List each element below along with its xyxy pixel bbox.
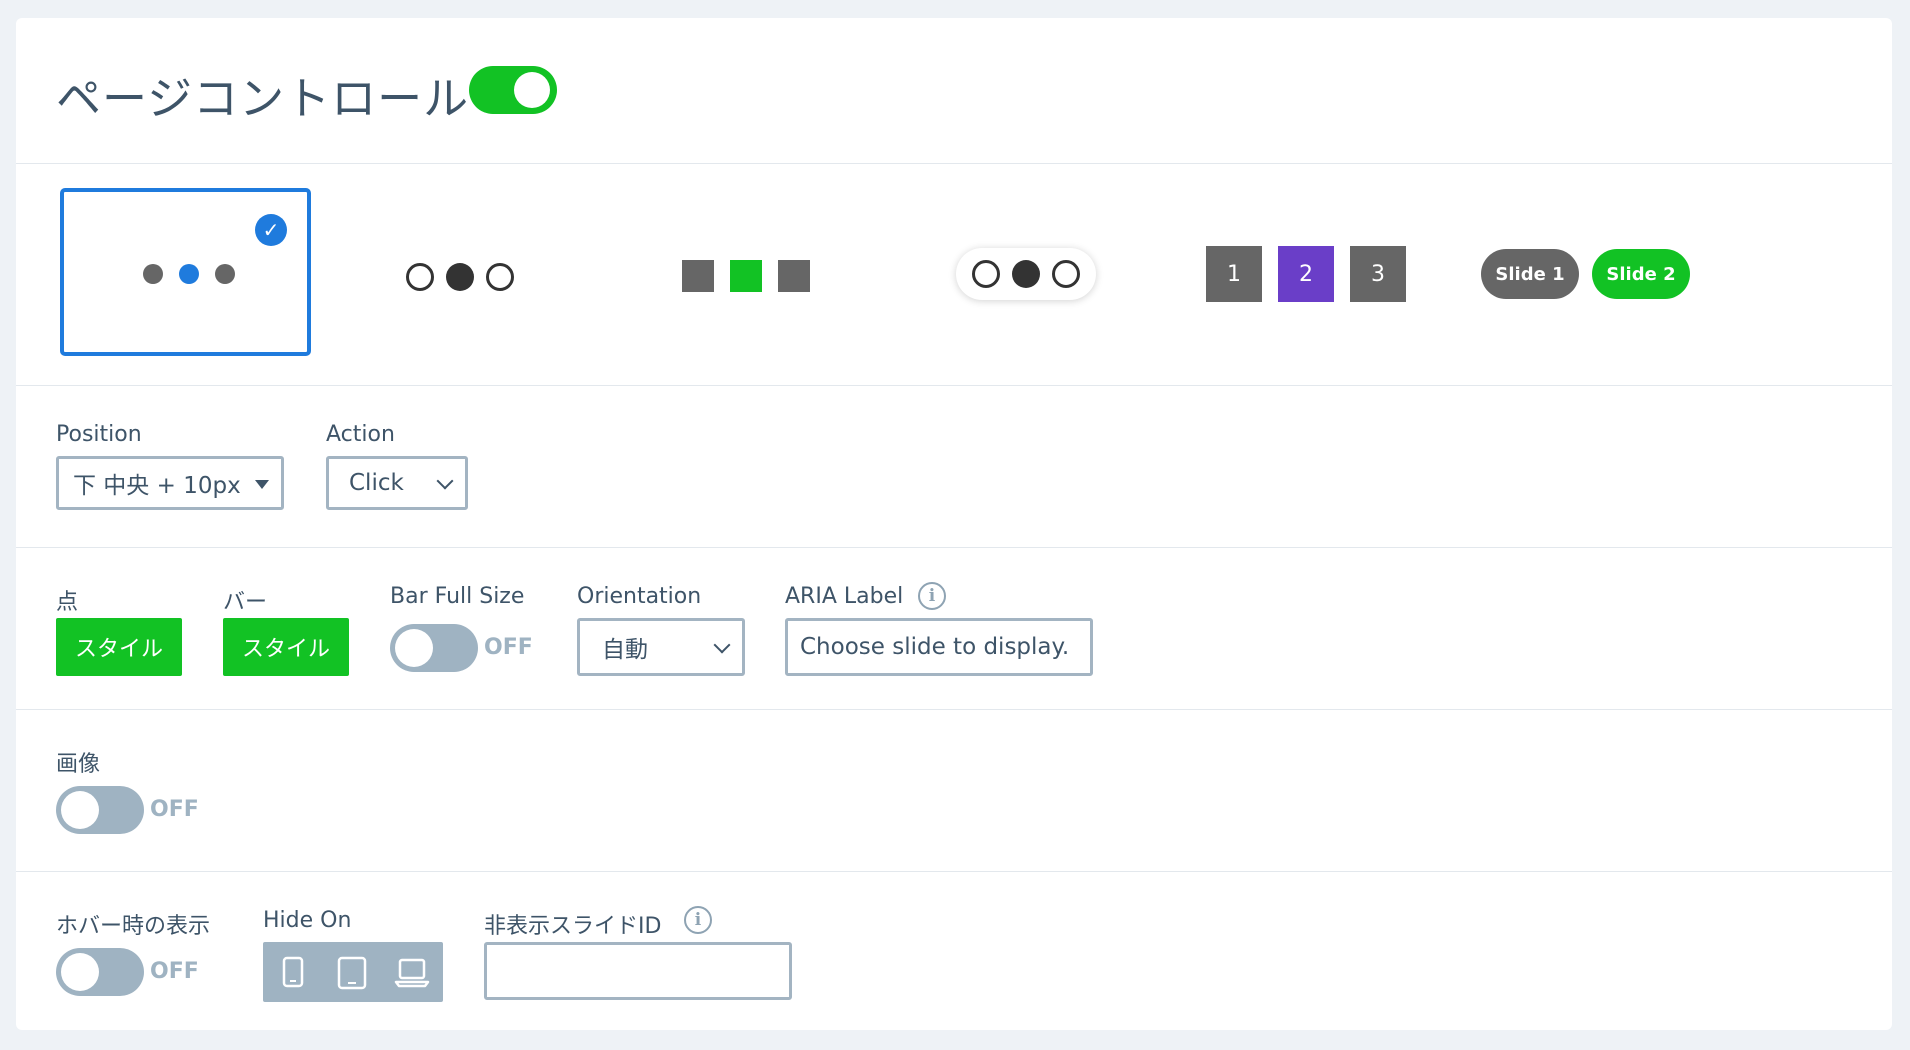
position-value: 下 中央 + 10px: [73, 473, 241, 499]
dot-label: 点: [56, 590, 79, 615]
phone-icon[interactable]: [281, 956, 305, 988]
position-label: Position: [56, 422, 142, 447]
chevron-down-icon: [713, 636, 731, 654]
dot-style-button[interactable]: スタイル: [56, 618, 182, 676]
position-select[interactable]: 下 中央 + 10px: [56, 456, 284, 510]
pill-slide-1: Slide 1: [1481, 249, 1579, 299]
divider: [16, 547, 1892, 548]
aria-label-label: ARIA Label: [785, 584, 904, 609]
square-icon: [682, 260, 714, 292]
image-state: OFF: [150, 797, 199, 822]
style-option-rings[interactable]: [406, 263, 546, 299]
aria-label-input[interactable]: Choose slide to display.: [785, 618, 1093, 676]
ring-active-icon: [1012, 260, 1040, 288]
bar-full-size-toggle[interactable]: [390, 624, 478, 672]
divider: [16, 709, 1892, 710]
number-1: 1: [1206, 246, 1262, 302]
tablet-icon[interactable]: [336, 956, 368, 990]
square-icon: [778, 260, 810, 292]
orientation-select[interactable]: 自動: [577, 618, 745, 676]
caret-down-icon: [255, 480, 269, 489]
pill-slide-2-active: Slide 2: [1592, 249, 1690, 299]
check-icon: ✓: [255, 214, 287, 246]
ring-icon: [406, 263, 434, 291]
bar-label: バー: [223, 590, 268, 615]
action-select[interactable]: Click: [326, 456, 468, 510]
ring-active-icon: [446, 263, 474, 291]
page-control-panel: ページコントロール ✓ 1 2 3 Slide 1 Slide 2 Positi…: [16, 18, 1892, 1030]
style-option-rings-pill[interactable]: [956, 248, 1096, 300]
toggle-knob: [61, 953, 99, 991]
action-label: Action: [326, 422, 395, 447]
image-toggle[interactable]: [56, 786, 144, 834]
hover-display-label: ホバー時の表示: [56, 914, 211, 939]
ring-icon: [1052, 260, 1080, 288]
action-value: Click: [349, 470, 404, 496]
hide-on-device-group: [263, 942, 443, 1002]
chevron-down-icon: [436, 472, 454, 490]
image-label: 画像: [56, 752, 101, 777]
toggle-knob: [61, 791, 99, 829]
dot-active-icon: [179, 264, 199, 284]
divider: [16, 385, 1892, 386]
bar-style-button[interactable]: スタイル: [223, 618, 349, 676]
ring-icon: [972, 260, 1000, 288]
ring-icon: [486, 263, 514, 291]
hover-display-toggle[interactable]: [56, 948, 144, 996]
toggle-knob: [395, 629, 433, 667]
orientation-label: Orientation: [577, 584, 702, 609]
toggle-knob: [514, 72, 550, 108]
number-2-active: 2: [1278, 246, 1334, 302]
bar-full-size-state: OFF: [484, 635, 533, 660]
laptop-icon[interactable]: [394, 958, 430, 988]
style-option-squares[interactable]: [682, 260, 822, 296]
style-option-dots[interactable]: ✓: [60, 188, 311, 356]
info-icon[interactable]: i: [918, 582, 946, 610]
aria-label-value: Choose slide to display.: [800, 634, 1070, 660]
divider: [16, 163, 1892, 164]
bar-full-size-label: Bar Full Size: [390, 584, 525, 609]
divider: [16, 871, 1892, 872]
dot-icon: [143, 264, 163, 284]
hover-display-state: OFF: [150, 959, 199, 984]
orientation-value: 自動: [602, 637, 648, 663]
hide-slide-ids-input[interactable]: [484, 942, 792, 1000]
page-control-toggle[interactable]: [469, 66, 557, 114]
info-icon[interactable]: i: [684, 906, 712, 934]
hide-on-label: Hide On: [263, 908, 352, 933]
number-3: 3: [1350, 246, 1406, 302]
section-title: ページコントロール: [56, 72, 470, 125]
hide-slide-ids-label: 非表示スライドID: [484, 914, 662, 939]
square-active-icon: [730, 260, 762, 292]
dot-icon: [215, 264, 235, 284]
